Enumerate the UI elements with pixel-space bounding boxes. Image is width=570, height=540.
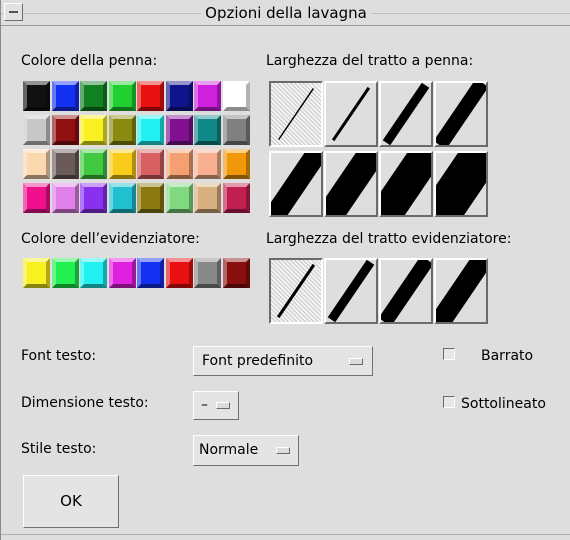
title-bar: Opzioni della lavagna: [1, 0, 570, 26]
pen-color-swatch[interactable]: [137, 115, 164, 145]
underline-checkbox[interactable]: [443, 396, 455, 408]
highlighter-color-swatch[interactable]: [222, 258, 250, 288]
pen-color-swatch[interactable]: [137, 149, 164, 179]
pen-width-option[interactable]: [269, 151, 323, 217]
pen-color-swatch[interactable]: [108, 115, 136, 145]
pen-color-swatch[interactable]: [51, 149, 79, 179]
pen-color-swatch[interactable]: [80, 183, 107, 213]
title-wrapper: Opzioni della lavagna: [1, 0, 570, 26]
bottom-edge: [1, 534, 570, 535]
pen-width-option[interactable]: [434, 151, 488, 217]
pen-width-option[interactable]: [379, 151, 433, 217]
pen-color-swatch[interactable]: [165, 183, 193, 213]
highlighter-width-option[interactable]: [379, 258, 433, 324]
font-label: Font testo:: [21, 348, 97, 364]
font-value: Font predefinito: [202, 353, 314, 369]
pen-color-swatch[interactable]: [108, 183, 136, 213]
whiteboard-options-dialog: Opzioni della lavagna Colore della penna…: [0, 0, 570, 540]
style-label: Stile testo:: [21, 441, 97, 457]
pen-color-swatch[interactable]: [137, 81, 164, 111]
pen-width-label: Larghezza del tratto a penna:: [266, 53, 474, 69]
pen-color-swatch[interactable]: [23, 115, 50, 145]
option-menu-indicator-icon: [349, 358, 363, 365]
pen-color-swatch[interactable]: [222, 149, 250, 179]
ok-label: OK: [60, 492, 82, 510]
pen-color-swatch[interactable]: [194, 183, 221, 213]
pen-color-swatch[interactable]: [165, 81, 193, 111]
pen-color-swatch[interactable]: [51, 115, 79, 145]
highlighter-color-swatch[interactable]: [137, 258, 164, 288]
strike-checkbox[interactable]: [443, 348, 455, 360]
pen-color-swatch[interactable]: [80, 149, 107, 179]
strike-label[interactable]: Barrato: [481, 348, 533, 364]
font-dropdown[interactable]: Font predefinito: [193, 346, 373, 376]
size-label: Dimensione testo:: [21, 395, 149, 411]
highlighter-color-swatch[interactable]: [165, 258, 193, 288]
ok-button[interactable]: OK: [23, 475, 119, 528]
highlighter-width-option[interactable]: [434, 258, 488, 324]
pen-width-option[interactable]: [379, 81, 433, 147]
pen-color-swatch[interactable]: [194, 149, 221, 179]
pen-color-swatch[interactable]: [137, 183, 164, 213]
pen-color-swatch[interactable]: [108, 81, 136, 111]
highlighter-color-swatch[interactable]: [23, 258, 50, 288]
pen-color-swatch[interactable]: [108, 149, 136, 179]
underline-label[interactable]: Sottolineato: [461, 396, 546, 412]
pen-color-swatch[interactable]: [23, 149, 50, 179]
highlighter-width-option[interactable]: [269, 258, 323, 324]
option-menu-indicator-icon: [276, 447, 290, 454]
pen-color-swatch[interactable]: [194, 115, 221, 145]
pen-color-swatch[interactable]: [165, 115, 193, 145]
pen-color-swatch[interactable]: [222, 115, 250, 145]
pen-color-swatch[interactable]: [222, 183, 250, 213]
size-dropdown[interactable]: –: [193, 391, 239, 420]
style-value: Normale: [199, 442, 259, 458]
highlighter-color-swatch[interactable]: [194, 258, 221, 288]
pen-width-option[interactable]: [324, 81, 378, 147]
pen-color-swatch[interactable]: [80, 81, 107, 111]
highlighter-color-swatch[interactable]: [51, 258, 79, 288]
pen-color-swatch[interactable]: [165, 149, 193, 179]
highlighter-color-swatch[interactable]: [80, 258, 107, 288]
highlighter-width-label: Larghezza del tratto evidenziatore:: [266, 231, 512, 247]
window-title: Opzioni della lavagna: [201, 4, 371, 22]
size-value: –: [201, 397, 208, 413]
pen-color-swatch[interactable]: [194, 81, 221, 111]
pen-color-swatch[interactable]: [23, 81, 50, 111]
pen-width-option[interactable]: [434, 81, 488, 147]
pen-color-swatch[interactable]: [51, 81, 79, 111]
option-menu-indicator-icon: [216, 402, 230, 409]
pen-color-swatch[interactable]: [51, 183, 79, 213]
highlighter-color-swatch[interactable]: [108, 258, 136, 288]
pen-color-swatch[interactable]: [23, 183, 50, 213]
style-dropdown[interactable]: Normale: [193, 435, 299, 466]
pen-color-swatch[interactable]: [222, 81, 250, 111]
pen-width-option[interactable]: [269, 81, 323, 147]
pen-color-swatch[interactable]: [80, 115, 107, 145]
highlighter-width-option[interactable]: [324, 258, 378, 324]
highlighter-color-label: Colore dell’evidenziatore:: [21, 231, 200, 247]
pen-color-label: Colore della penna:: [21, 53, 158, 69]
pen-width-option[interactable]: [324, 151, 378, 217]
